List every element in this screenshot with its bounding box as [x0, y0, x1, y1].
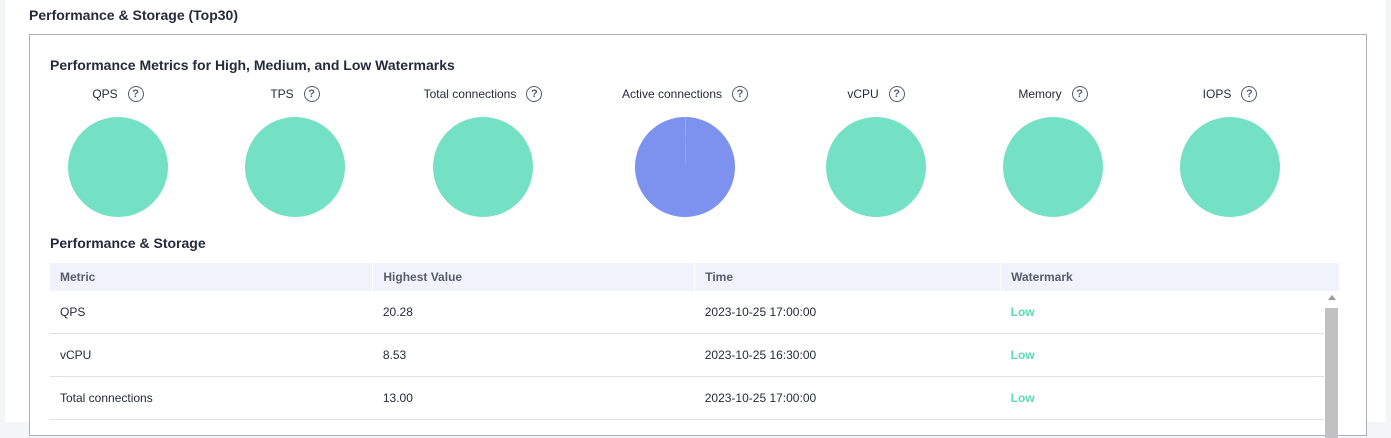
scroll-up-arrow-icon[interactable] [1328, 295, 1336, 300]
table-row: QPS 20.28 2023-10-25 17:00:00 Low [50, 291, 1340, 334]
help-icon[interactable]: ? [303, 85, 320, 102]
cell-highest-value: 8.53 [372, 333, 695, 377]
pie-slice[interactable] [68, 117, 168, 217]
pie-chart[interactable] [245, 117, 345, 217]
metric-iops: IOPS? [1150, 85, 1310, 225]
help-icon[interactable]: ? [888, 85, 905, 102]
cell-time: 2023-10-25 16:30:00 [694, 333, 1001, 377]
help-icon[interactable]: ? [732, 85, 749, 102]
metric-active-connections: Active connections? [605, 85, 765, 225]
metric-total-connections: Total connections? [403, 85, 563, 225]
metric-label-row: Active connections? [605, 85, 765, 103]
table-scrollbar[interactable] [1324, 291, 1340, 438]
metric-label-row: IOPS? [1150, 85, 1310, 103]
pie-slice[interactable] [826, 117, 926, 217]
metric-label-row: Total connections? [403, 85, 563, 103]
cell-watermark: Low [1000, 333, 1340, 377]
help-icon[interactable]: ? [1241, 85, 1258, 102]
cell-metric: Total connections [50, 376, 373, 420]
table-title: Performance & Storage [50, 235, 206, 251]
pie-chart[interactable] [826, 117, 926, 217]
scrollbar-thumb[interactable] [1325, 308, 1338, 438]
metric-tps: TPS? [215, 85, 375, 225]
header-watermark[interactable]: Watermark [1000, 263, 1340, 291]
pie-chart[interactable] [1180, 117, 1280, 217]
metric-label: IOPS [1202, 87, 1232, 101]
metrics-panel: Performance Metrics for High, Medium, an… [29, 34, 1367, 438]
metric-memory: Memory? [973, 85, 1133, 225]
metric-label: Total connections [423, 87, 517, 101]
cell-watermark: Low [1000, 376, 1340, 420]
pie-slice[interactable] [1180, 117, 1280, 217]
header-highest-value[interactable]: Highest Value [372, 263, 696, 291]
cell-watermark: Low [1000, 291, 1340, 334]
header-metric[interactable]: Metric [50, 263, 374, 291]
pie-slice[interactable] [1003, 117, 1103, 217]
cell-time: 2023-10-25 17:00:00 [694, 291, 1001, 334]
page-title: Performance & Storage (Top30) [29, 7, 239, 23]
cell-highest-value: 20.28 [372, 291, 695, 334]
metric-label: TPS [270, 87, 294, 101]
metric-label: Memory [1018, 87, 1062, 101]
table-row: vCPU 8.53 2023-10-25 16:30:00 Low [50, 333, 1340, 377]
metric-label-row: TPS? [215, 85, 375, 103]
pie-chart[interactable] [433, 117, 533, 217]
help-icon[interactable]: ? [127, 85, 144, 102]
cell-metric: vCPU [50, 333, 373, 377]
cell-time: 2023-10-25 17:00:00 [694, 376, 1001, 420]
metric-label-row: Memory? [973, 85, 1133, 103]
performance-storage-card: Performance & Storage (Top30) Performanc… [5, 0, 1386, 438]
pie-slice[interactable] [635, 117, 735, 217]
help-icon[interactable]: ? [1071, 85, 1088, 102]
cell-highest-value: 13.00 [372, 376, 695, 420]
help-icon[interactable]: ? [526, 85, 543, 102]
performance-table: Metric Highest Value Time Watermark QPS … [50, 263, 1340, 420]
watermarks-title: Performance Metrics for High, Medium, an… [50, 57, 455, 73]
cell-metric: QPS [50, 291, 373, 334]
pie-chart[interactable] [68, 117, 168, 217]
metric-label: Active connections [621, 87, 723, 101]
pie-chart[interactable] [635, 117, 735, 217]
metric-label: vCPU [847, 87, 879, 101]
metric-vcpu: vCPU? [796, 85, 956, 225]
pie-slice[interactable] [245, 117, 345, 217]
performance-table-wrap: Metric Highest Value Time Watermark QPS … [50, 263, 1340, 438]
metric-label-row: vCPU? [796, 85, 956, 103]
pie-chart[interactable] [1003, 117, 1103, 217]
metric-qps: QPS? [38, 85, 198, 225]
metric-label: QPS [92, 87, 118, 101]
pie-slice[interactable] [433, 117, 533, 217]
metric-label-row: QPS? [38, 85, 198, 103]
header-time[interactable]: Time [694, 263, 1002, 291]
table-header-row: Metric Highest Value Time Watermark [50, 263, 1340, 291]
table-row: Total connections 13.00 2023-10-25 17:00… [50, 376, 1340, 420]
